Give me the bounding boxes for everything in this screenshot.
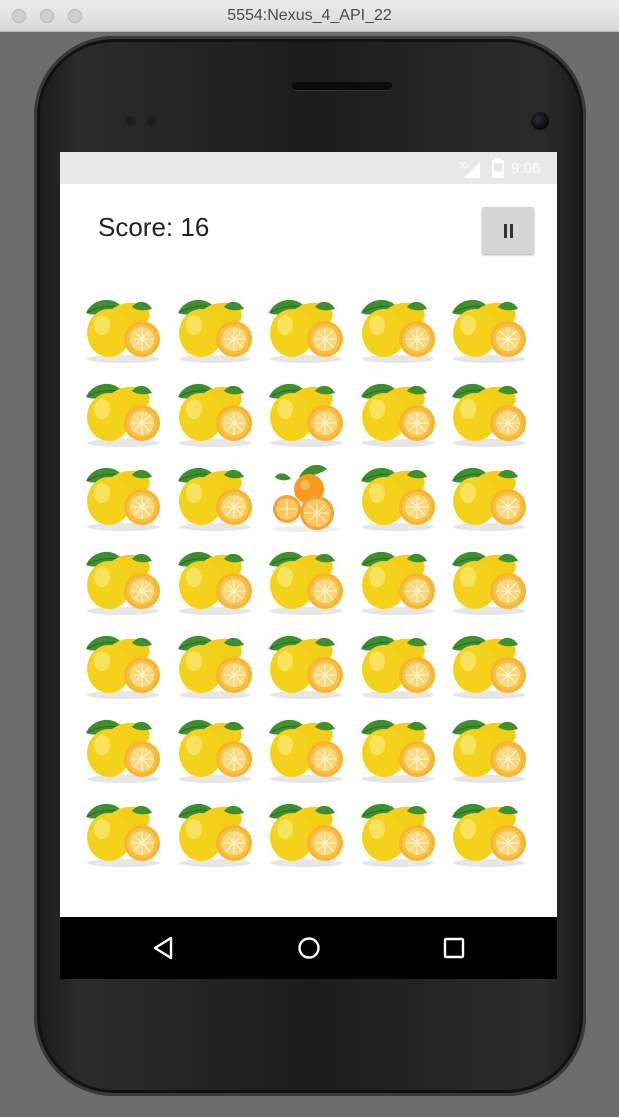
orange-tile[interactable] <box>265 463 347 533</box>
lemon-icon <box>452 467 526 531</box>
lemon-tile[interactable] <box>174 379 256 449</box>
lemon-tile[interactable] <box>357 379 439 449</box>
lemon-tile[interactable] <box>82 295 164 365</box>
lemon-icon <box>269 635 343 699</box>
lemon-icon <box>360 383 435 447</box>
navigation-bar <box>60 917 557 979</box>
lemon-icon <box>86 551 160 615</box>
status-time: 9:06 <box>511 160 541 177</box>
recents-icon[interactable] <box>439 933 469 963</box>
lemon-tile[interactable] <box>448 631 530 701</box>
lemon-tile[interactable] <box>448 715 530 785</box>
proximity-sensor <box>126 116 136 126</box>
orange-icon <box>272 464 340 532</box>
front-camera <box>531 112 549 130</box>
status-bar: 3G 9:06 <box>60 152 557 184</box>
lemon-icon <box>360 467 435 531</box>
lemon-icon <box>86 719 160 783</box>
lemon-tile[interactable] <box>174 295 256 365</box>
lemon-tile[interactable] <box>357 295 439 365</box>
network-type-label: 3G <box>458 161 469 170</box>
lemon-icon <box>452 803 526 867</box>
lemon-icon <box>177 299 252 363</box>
lemon-icon <box>269 803 343 867</box>
battery-icon <box>492 158 504 183</box>
lemon-icon <box>177 635 252 699</box>
lemon-tile[interactable] <box>82 379 164 449</box>
lemon-icon <box>177 467 252 531</box>
lemon-icon <box>269 719 343 783</box>
lemon-icon <box>452 635 526 699</box>
lemon-icon <box>177 719 252 783</box>
lemon-tile[interactable] <box>265 295 347 365</box>
lemon-tile[interactable] <box>448 295 530 365</box>
signal-icon: 3G <box>458 160 482 183</box>
lemon-tile[interactable] <box>357 799 439 869</box>
pause-button[interactable] <box>482 207 534 254</box>
lemon-tile[interactable] <box>357 631 439 701</box>
home-icon[interactable] <box>294 933 324 963</box>
light-sensor <box>146 116 156 126</box>
lemon-tile[interactable] <box>82 799 164 869</box>
lemon-icon <box>177 803 252 867</box>
lemon-icon <box>360 551 435 615</box>
lemon-icon <box>452 383 526 447</box>
lemon-tile[interactable] <box>174 463 256 533</box>
lemon-tile[interactable] <box>448 547 530 617</box>
lemon-tile[interactable] <box>82 463 164 533</box>
lemon-icon <box>269 383 343 447</box>
speaker-grille <box>292 82 392 90</box>
lemon-icon <box>360 803 435 867</box>
lemon-icon <box>86 635 160 699</box>
lemon-tile[interactable] <box>265 379 347 449</box>
back-icon[interactable] <box>149 933 179 963</box>
lemon-tile[interactable] <box>174 631 256 701</box>
lemon-icon <box>269 551 343 615</box>
pause-icon <box>502 223 514 238</box>
lemon-tile[interactable] <box>448 799 530 869</box>
lemon-icon <box>86 299 160 363</box>
lemon-tile[interactable] <box>82 547 164 617</box>
fruit-grid <box>82 295 544 867</box>
device-screen: 3G 9:06 Score: 16 <box>60 152 557 979</box>
window-title-bar: 5554:Nexus_4_API_22 <box>0 0 619 32</box>
lemon-tile[interactable] <box>448 463 530 533</box>
lemon-tile[interactable] <box>265 799 347 869</box>
lemon-tile[interactable] <box>265 547 347 617</box>
lemon-tile[interactable] <box>174 715 256 785</box>
lemon-tile[interactable] <box>82 631 164 701</box>
lemon-icon <box>360 635 435 699</box>
lemon-icon <box>86 803 160 867</box>
lemon-icon <box>177 383 252 447</box>
window-title: 5554:Nexus_4_API_22 <box>227 7 392 24</box>
lemon-icon <box>452 551 526 615</box>
lemon-tile[interactable] <box>357 547 439 617</box>
lemon-icon <box>86 467 160 531</box>
lemon-icon <box>177 551 252 615</box>
score-label: Score: 16 <box>98 212 210 242</box>
lemon-tile[interactable] <box>265 631 347 701</box>
lemon-tile[interactable] <box>174 799 256 869</box>
lemon-icon <box>360 719 435 783</box>
lemon-tile[interactable] <box>357 715 439 785</box>
lemon-icon <box>360 299 435 363</box>
lemon-tile[interactable] <box>174 547 256 617</box>
lemon-icon <box>269 299 343 363</box>
lemon-tile[interactable] <box>448 379 530 449</box>
lemon-icon <box>86 383 160 447</box>
lemon-tile[interactable] <box>265 715 347 785</box>
lemon-tile[interactable] <box>82 715 164 785</box>
lemon-icon <box>452 299 526 363</box>
lemon-tile[interactable] <box>357 463 439 533</box>
lemon-icon <box>452 719 526 783</box>
